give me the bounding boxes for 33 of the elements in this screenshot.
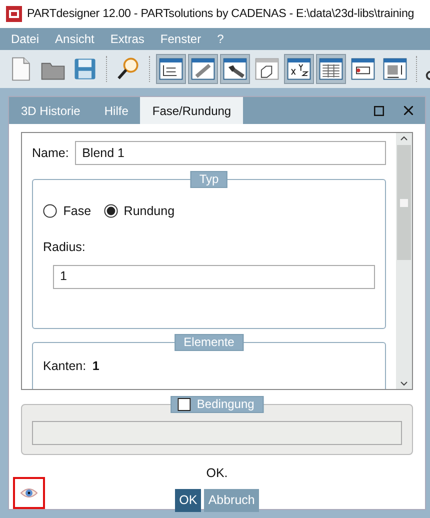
tab[interactable]: 3D Historie	[9, 97, 92, 124]
close-icon[interactable]	[404, 106, 413, 115]
maximize-icon[interactable]	[374, 106, 384, 116]
radius-field[interactable]: 1	[53, 264, 375, 288]
tab[interactable]: Fase/Rundung	[140, 97, 244, 124]
scroll-thumb[interactable]	[397, 145, 411, 260]
menu-item[interactable]: ?	[209, 30, 232, 48]
radio-option[interactable]: Rundung	[104, 202, 175, 221]
menu-item[interactable]: Fenster	[152, 30, 210, 48]
condition-checkbox[interactable]: Bedingung	[170, 396, 264, 413]
menu-item[interactable]: Ansicht	[47, 30, 102, 48]
name-label: Name:	[32, 144, 69, 162]
eye-icon[interactable]	[13, 477, 45, 509]
scrollbar[interactable]	[396, 133, 412, 389]
edges-label: Kanten:	[43, 358, 86, 375]
radio-option[interactable]: Fase	[43, 202, 92, 221]
group-title: Typ	[190, 171, 228, 188]
condition-field[interactable]	[32, 421, 402, 445]
app-logo-icon	[6, 6, 22, 22]
status-text: OK.	[206, 465, 228, 482]
ok-button[interactable]: OK	[175, 488, 202, 512]
radio-icon[interactable]	[43, 204, 57, 218]
radio-icon[interactable]	[104, 204, 118, 218]
grip-icon	[400, 198, 408, 206]
tab[interactable]: Hilfe	[92, 97, 140, 124]
menu-item[interactable]: Extras	[102, 30, 152, 48]
window-title: PARTdesigner 12.00 - PARTsolutions by CADENAS - E:\data\23d-libs\training	[27, 6, 414, 22]
name-field[interactable]: Blend 1	[75, 141, 386, 165]
radius-label: Radius:	[43, 238, 86, 256]
edges-count: 1	[92, 358, 100, 375]
group-title: Elemente	[174, 334, 244, 351]
menu-item[interactable]: Datei	[3, 30, 48, 48]
cancel-button[interactable]: Abbruch	[204, 488, 259, 512]
